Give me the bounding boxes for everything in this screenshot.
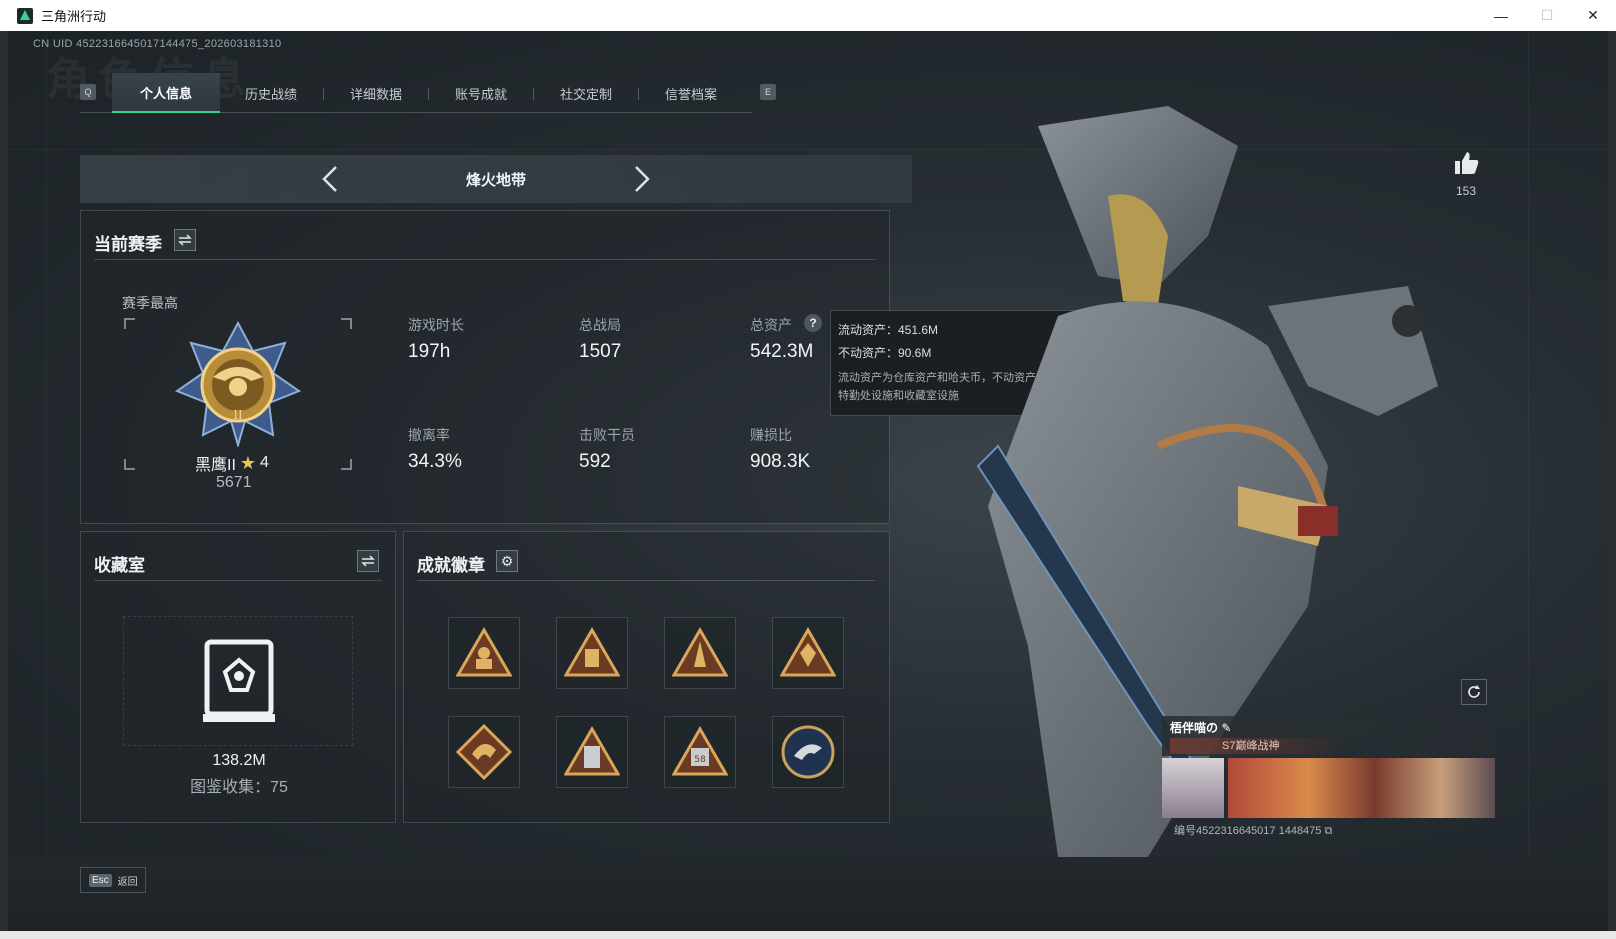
rank-name-row: 黑鹰II ★ 4	[195, 451, 269, 475]
edit-icon[interactable]: ✎	[1221, 721, 1231, 735]
collection-panel: 收藏室 138.2M 图鉴收集：75	[80, 531, 396, 823]
bg-grid-line	[46, 31, 47, 857]
dragon-diamond-badge-icon[interactable]	[448, 716, 520, 788]
divider	[94, 580, 382, 581]
tab-social[interactable]: 社交定制	[532, 73, 640, 113]
stat-label-profit-ratio: 赚损比	[750, 427, 792, 443]
tab-prev-key[interactable]: Q	[80, 84, 96, 100]
close-button[interactable]: ✕	[1570, 0, 1616, 31]
triangle-soldier-badge-icon[interactable]	[448, 617, 520, 689]
mode-label: 烽火地带	[465, 171, 526, 189]
thumbs-up-icon[interactable]	[1453, 151, 1479, 175]
app-logo-icon	[17, 7, 33, 24]
stat-value-matches: 1507	[579, 341, 622, 362]
player-uid: CN UID 4522316645017144475_202603181310	[33, 38, 282, 50]
refresh-icon[interactable]	[1461, 679, 1487, 705]
triangle-emblem-badge-icon[interactable]	[772, 617, 844, 689]
eagle-round-badge-icon[interactable]	[772, 716, 844, 788]
stat-value-kills: 592	[579, 451, 611, 472]
triangle-58-badge-icon[interactable]: 58	[664, 716, 736, 788]
rank-stars: 4	[260, 454, 269, 471]
window-title: 三角洲行动	[41, 9, 107, 24]
rank-name: 黑鹰II	[195, 457, 236, 474]
tab-reputation[interactable]: 信誉档案	[637, 73, 745, 113]
tab-details[interactable]: 详细数据	[322, 73, 430, 113]
chevron-right-icon[interactable]	[626, 163, 656, 195]
like-count: 153	[1455, 184, 1477, 198]
rank-score: 5671	[216, 474, 252, 491]
triangle-fort-badge-icon[interactable]	[556, 617, 628, 689]
avatar	[1162, 758, 1224, 818]
tab-personal-info[interactable]: 个人信息	[112, 73, 220, 113]
card-banner-image	[1228, 758, 1495, 818]
star-icon: ★	[239, 452, 257, 473]
stat-value-profit-ratio: 908.3K	[750, 451, 811, 472]
bg-grid-line	[1528, 31, 1529, 857]
divider	[94, 259, 876, 260]
app-window: 三角洲行动 — ☐ ✕ 角色信息 CN UID 4522316645017144…	[0, 0, 1616, 939]
stat-label-extract-rate: 撤离率	[408, 427, 450, 443]
collection-progress: 图鉴收集：75	[190, 779, 288, 796]
player-card[interactable]: 梧伴喵の ✎ S7巅峰战神 编号4522316645017 1448475 ⧉	[1162, 716, 1495, 837]
divider	[417, 580, 875, 581]
stat-label-kills: 击败干员	[579, 427, 635, 443]
triangle-device-badge-icon[interactable]	[556, 716, 628, 788]
window-titlebar: 三角洲行动 — ☐ ✕	[0, 0, 1616, 31]
rank-emblem-icon: II	[174, 321, 302, 447]
stat-label-playtime: 游戏时长	[408, 317, 464, 333]
achievements-panel: 成就徽章 ⚙ 58	[403, 531, 890, 823]
back-button[interactable]: Esc 返回	[80, 867, 146, 893]
gear-icon[interactable]: ⚙	[496, 550, 518, 572]
stat-value-extract-rate: 34.3%	[408, 451, 462, 472]
tab-history[interactable]: 历史战绩	[217, 73, 325, 113]
collection-value: 138.2M	[212, 752, 266, 769]
tab-next-key[interactable]: E	[760, 84, 776, 100]
achievements-title: 成就徽章	[417, 556, 485, 575]
swap-icon[interactable]	[174, 229, 196, 251]
taskbar-strip	[0, 931, 1616, 939]
bottom-bar	[8, 857, 1608, 931]
esc-key: Esc	[89, 873, 112, 887]
season-title: 当前赛季	[94, 235, 162, 254]
maximize-button[interactable]: ☐	[1524, 0, 1570, 31]
tab-achievements[interactable]: 账号成就	[427, 73, 535, 113]
tab-bar: Q 个人信息 历史战绩 详细数据 账号成就 社交定制 信誉档案 E	[80, 73, 776, 113]
svg-text:II: II	[233, 408, 243, 422]
player-name: 梧伴喵の ✎	[1170, 721, 1232, 735]
stat-label-matches: 总战局	[579, 317, 621, 333]
game-viewport: 角色信息 CN UID 4522316645017144475_20260318…	[8, 31, 1608, 931]
collection-title: 收藏室	[94, 556, 145, 575]
display-case-icon	[203, 639, 275, 722]
triangle-tower-badge-icon[interactable]	[664, 617, 736, 689]
stat-value-playtime: 197h	[408, 341, 451, 362]
back-label: 返回	[117, 876, 138, 888]
swap-icon[interactable]	[357, 550, 379, 572]
player-tagline: S7巅峰战神	[1170, 738, 1340, 754]
minimize-button[interactable]: —	[1478, 0, 1524, 31]
player-id: 编号4522316645017 1448475 ⧉	[1174, 825, 1333, 837]
stat-label-assets: 总资产	[750, 317, 792, 333]
svg-text:58: 58	[694, 755, 706, 765]
chevron-left-icon[interactable]	[316, 163, 346, 195]
stat-value-assets: 542.3M	[750, 341, 814, 362]
copy-icon[interactable]: ⧉	[1324, 825, 1332, 837]
season-panel: 当前赛季 赛季最高 II 黑鹰II ★ 4 5671 游戏时长 197h 总战局…	[80, 210, 890, 524]
season-best-label: 赛季最高	[122, 295, 178, 311]
like-widget[interactable]: 153	[1446, 151, 1486, 198]
help-icon[interactable]: ?	[804, 314, 822, 332]
mode-selector: 烽火地带	[80, 155, 912, 203]
